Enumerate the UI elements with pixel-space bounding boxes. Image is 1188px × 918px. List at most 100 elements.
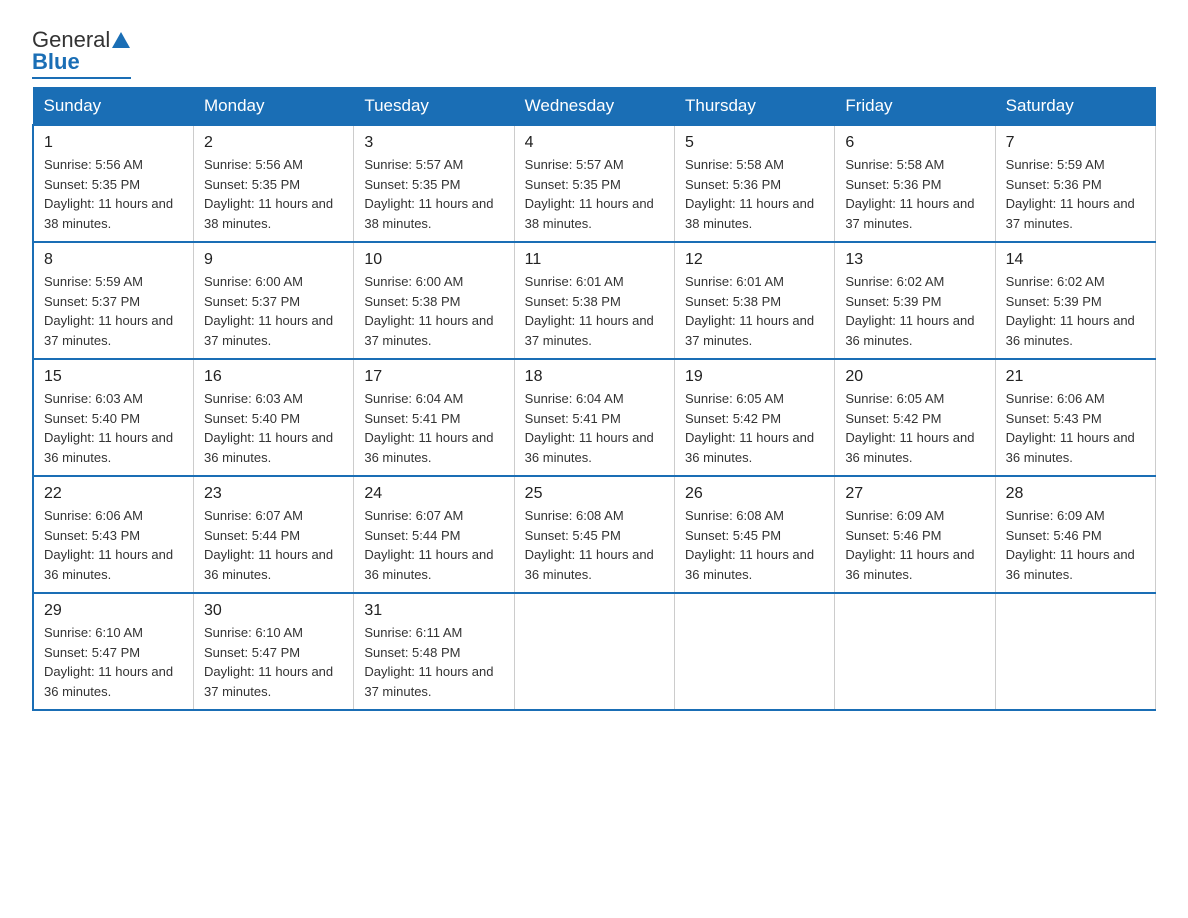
- day-cell: 30 Sunrise: 6:10 AMSunset: 5:47 PMDayligh…: [194, 593, 354, 710]
- day-info: Sunrise: 5:56 AMSunset: 5:35 PMDaylight:…: [44, 157, 173, 231]
- day-cell: 21Sunrise: 6:06 AMSunset: 5:43 PMDayligh…: [995, 359, 1155, 476]
- day-info: Sunrise: 5:57 AMSunset: 5:35 PMDaylight:…: [364, 157, 493, 231]
- calendar-header: SundayMondayTuesdayWednesdayThursdayFrid…: [33, 88, 1156, 126]
- day-cell: 3 Sunrise: 5:57 AMSunset: 5:35 PMDaylight…: [354, 125, 514, 242]
- week-row-2: 8 Sunrise: 5:59 AMSunset: 5:37 PMDaylight…: [33, 242, 1156, 359]
- day-number: 15: [44, 368, 183, 386]
- day-cell: 20Sunrise: 6:05 AMSunset: 5:42 PMDayligh…: [835, 359, 995, 476]
- day-cell: 10Sunrise: 6:00 AMSunset: 5:38 PMDayligh…: [354, 242, 514, 359]
- day-info: Sunrise: 5:58 AMSunset: 5:36 PMDaylight:…: [685, 157, 814, 231]
- day-number: 10: [364, 251, 503, 269]
- week-row-3: 15 Sunrise: 6:03 AMSunset: 5:40 PMDayligh…: [33, 359, 1156, 476]
- day-cell: 17 Sunrise: 6:04 AMSunset: 5:41 PMDayligh…: [354, 359, 514, 476]
- day-number: 17: [364, 368, 503, 386]
- day-cell: 28Sunrise: 6:09 AMSunset: 5:46 PMDayligh…: [995, 476, 1155, 593]
- day-info: Sunrise: 5:59 AMSunset: 5:36 PMDaylight:…: [1006, 157, 1135, 231]
- day-cell: 14 Sunrise: 6:02 AMSunset: 5:39 PMDayligh…: [995, 242, 1155, 359]
- day-number: 19: [685, 368, 824, 386]
- day-info: Sunrise: 6:02 AMSunset: 5:39 PMDaylight:…: [1006, 274, 1135, 348]
- column-header-saturday: Saturday: [995, 88, 1155, 126]
- week-row-4: 22 Sunrise: 6:06 AMSunset: 5:43 PMDayligh…: [33, 476, 1156, 593]
- day-cell: 27 Sunrise: 6:09 AMSunset: 5:46 PMDayligh…: [835, 476, 995, 593]
- day-info: Sunrise: 6:06 AMSunset: 5:43 PMDaylight:…: [1006, 391, 1135, 465]
- day-info: Sunrise: 6:09 AMSunset: 5:46 PMDaylight:…: [845, 508, 974, 582]
- day-info: Sunrise: 5:59 AMSunset: 5:37 PMDaylight:…: [44, 274, 173, 348]
- day-number: 30: [204, 602, 343, 620]
- day-info: Sunrise: 6:08 AMSunset: 5:45 PMDaylight:…: [525, 508, 654, 582]
- day-number: 26: [685, 485, 824, 503]
- logo-blue-text: Blue: [32, 50, 80, 74]
- week-row-5: 29 Sunrise: 6:10 AMSunset: 5:47 PMDayligh…: [33, 593, 1156, 710]
- day-number: 12: [685, 251, 824, 269]
- day-info: Sunrise: 6:08 AMSunset: 5:45 PMDaylight:…: [685, 508, 814, 582]
- day-info: Sunrise: 6:07 AMSunset: 5:44 PMDaylight:…: [364, 508, 493, 582]
- day-number: 31: [364, 602, 503, 620]
- day-cell: [995, 593, 1155, 710]
- day-cell: 13 Sunrise: 6:02 AMSunset: 5:39 PMDayligh…: [835, 242, 995, 359]
- day-number: 27: [845, 485, 984, 503]
- day-info: Sunrise: 6:06 AMSunset: 5:43 PMDaylight:…: [44, 508, 173, 582]
- day-number: 6: [845, 134, 984, 152]
- day-cell: 25 Sunrise: 6:08 AMSunset: 5:45 PMDayligh…: [514, 476, 674, 593]
- day-cell: 31Sunrise: 6:11 AMSunset: 5:48 PMDayligh…: [354, 593, 514, 710]
- calendar-table: SundayMondayTuesdayWednesdayThursdayFrid…: [32, 87, 1156, 711]
- day-number: 4: [525, 134, 664, 152]
- day-cell: 7 Sunrise: 5:59 AMSunset: 5:36 PMDaylight…: [995, 125, 1155, 242]
- day-number: 18: [525, 368, 664, 386]
- day-info: Sunrise: 6:05 AMSunset: 5:42 PMDaylight:…: [845, 391, 974, 465]
- day-number: 28: [1006, 485, 1145, 503]
- day-cell: 26 Sunrise: 6:08 AMSunset: 5:45 PMDayligh…: [675, 476, 835, 593]
- day-number: 14: [1006, 251, 1145, 269]
- day-cell: 4 Sunrise: 5:57 AMSunset: 5:35 PMDaylight…: [514, 125, 674, 242]
- header-row: SundayMondayTuesdayWednesdayThursdayFrid…: [33, 88, 1156, 126]
- day-cell: 24 Sunrise: 6:07 AMSunset: 5:44 PMDayligh…: [354, 476, 514, 593]
- day-number: 5: [685, 134, 824, 152]
- day-cell: 2 Sunrise: 5:56 AMSunset: 5:35 PMDaylight…: [194, 125, 354, 242]
- day-cell: [675, 593, 835, 710]
- day-cell: 9Sunrise: 6:00 AMSunset: 5:37 PMDaylight…: [194, 242, 354, 359]
- day-cell: [835, 593, 995, 710]
- column-header-monday: Monday: [194, 88, 354, 126]
- day-cell: 5 Sunrise: 5:58 AMSunset: 5:36 PMDaylight…: [675, 125, 835, 242]
- day-number: 16: [204, 368, 343, 386]
- day-info: Sunrise: 6:01 AMSunset: 5:38 PMDaylight:…: [685, 274, 814, 348]
- calendar-body: 1 Sunrise: 5:56 AMSunset: 5:35 PMDaylight…: [33, 125, 1156, 710]
- day-number: 25: [525, 485, 664, 503]
- day-info: Sunrise: 6:04 AMSunset: 5:41 PMDaylight:…: [525, 391, 654, 465]
- day-number: 11: [525, 251, 664, 269]
- day-number: 22: [44, 485, 183, 503]
- day-number: 2: [204, 134, 343, 152]
- day-number: 24: [364, 485, 503, 503]
- day-info: Sunrise: 6:05 AMSunset: 5:42 PMDaylight:…: [685, 391, 814, 465]
- day-cell: 23Sunrise: 6:07 AMSunset: 5:44 PMDayligh…: [194, 476, 354, 593]
- day-number: 7: [1006, 134, 1145, 152]
- day-number: 3: [364, 134, 503, 152]
- day-number: 13: [845, 251, 984, 269]
- day-cell: 11 Sunrise: 6:01 AMSunset: 5:38 PMDayligh…: [514, 242, 674, 359]
- day-number: 29: [44, 602, 183, 620]
- logo-underline: [32, 77, 131, 79]
- day-cell: 19 Sunrise: 6:05 AMSunset: 5:42 PMDayligh…: [675, 359, 835, 476]
- day-info: Sunrise: 5:57 AMSunset: 5:35 PMDaylight:…: [525, 157, 654, 231]
- day-info: Sunrise: 6:10 AMSunset: 5:47 PMDaylight:…: [44, 625, 173, 699]
- day-info: Sunrise: 6:03 AMSunset: 5:40 PMDaylight:…: [44, 391, 173, 465]
- day-info: Sunrise: 5:58 AMSunset: 5:36 PMDaylight:…: [845, 157, 974, 231]
- column-header-tuesday: Tuesday: [354, 88, 514, 126]
- day-info: Sunrise: 6:00 AMSunset: 5:37 PMDaylight:…: [204, 274, 333, 348]
- day-info: Sunrise: 6:01 AMSunset: 5:38 PMDaylight:…: [525, 274, 654, 348]
- day-info: Sunrise: 6:04 AMSunset: 5:41 PMDaylight:…: [364, 391, 493, 465]
- day-cell: 29 Sunrise: 6:10 AMSunset: 5:47 PMDayligh…: [33, 593, 194, 710]
- day-info: Sunrise: 5:56 AMSunset: 5:35 PMDaylight:…: [204, 157, 333, 231]
- day-number: 1: [44, 134, 183, 152]
- day-info: Sunrise: 6:03 AMSunset: 5:40 PMDaylight:…: [204, 391, 333, 465]
- day-cell: 12 Sunrise: 6:01 AMSunset: 5:38 PMDayligh…: [675, 242, 835, 359]
- column-header-wednesday: Wednesday: [514, 88, 674, 126]
- day-number: 8: [44, 251, 183, 269]
- column-header-thursday: Thursday: [675, 88, 835, 126]
- logo: General Blue: [32, 24, 131, 79]
- column-header-sunday: Sunday: [33, 88, 194, 126]
- day-cell: 16 Sunrise: 6:03 AMSunset: 5:40 PMDayligh…: [194, 359, 354, 476]
- day-info: Sunrise: 6:10 AMSunset: 5:47 PMDaylight:…: [204, 625, 333, 699]
- logo-arrow-icon: [112, 32, 130, 48]
- day-info: Sunrise: 6:02 AMSunset: 5:39 PMDaylight:…: [845, 274, 974, 348]
